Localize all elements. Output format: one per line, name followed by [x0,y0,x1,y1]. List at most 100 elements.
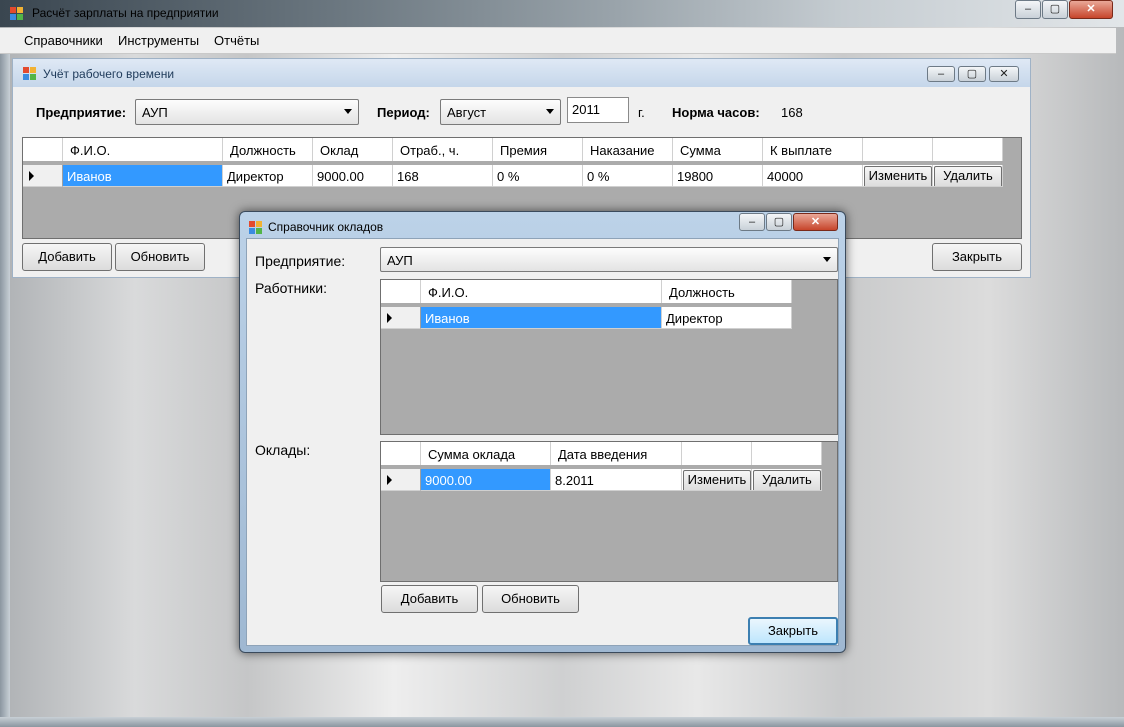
current-row-icon [387,313,392,323]
enterprise-label: Предприятие: [36,105,127,120]
dialog-add-button[interactable]: Добавить [381,585,478,613]
cell-fio[interactable]: Иванов [421,307,662,329]
menu-item-tools[interactable]: Инструменты [118,33,199,48]
cell-edit: Изменить [863,165,933,187]
table-row[interactable]: 9000.00 8.2011 Изменить Удалить [381,469,822,491]
timesheet-titlebar[interactable]: Учёт рабочего времени – ▢ ✕ [13,59,1030,87]
norm-hours-label: Норма часов: [672,105,760,120]
minimize-button[interactable]: – [1015,0,1041,19]
cell-position[interactable]: Директор [223,165,313,187]
chevron-down-icon [823,257,831,262]
restore-button[interactable]: ▢ [1042,0,1068,19]
period-month-select[interactable]: Август [440,99,561,125]
cell-penalty[interactable]: 0 % [583,165,673,187]
column-header-penalty[interactable]: Наказание [583,138,673,161]
menu-item-reports[interactable]: Отчёты [214,33,259,48]
enterprise-select[interactable]: АУП [135,99,359,125]
enterprise-select-value: АУП [142,105,168,120]
menu-bar: Справочники Инструменты Отчёты [0,28,1116,54]
row-header[interactable] [381,469,421,491]
window-frame-bottom [0,717,1124,727]
current-row-icon [29,171,34,181]
row-header[interactable] [23,165,63,187]
cell-delete: Удалить [752,469,822,491]
timesheet-grid-header: Ф.И.О. Должность Оклад Отраб., ч. Премия… [23,138,1003,161]
timesheet-restore-button[interactable]: ▢ [958,66,986,82]
window-title: Расчёт зарплаты на предприятии [32,6,219,20]
salaries-grid-header: Сумма оклада Дата введения [381,442,822,465]
dialog-close-icon[interactable]: ✕ [793,213,838,231]
workers-grid[interactable]: Ф.И.О. Должность Иванов Директор [380,279,838,435]
cell-payout[interactable]: 40000 [763,165,863,187]
cell-position[interactable]: Директор [662,307,792,329]
app-icon [10,7,23,20]
column-header-date[interactable]: Дата введения [551,442,682,465]
current-row-icon [387,475,392,485]
timesheet-refresh-button[interactable]: Обновить [115,243,205,271]
period-label: Период: [377,105,430,120]
grid-corner [23,138,63,161]
main-window: Расчёт зарплаты на предприятии – ▢ ✕ Спр… [0,0,1124,727]
dialog-enterprise-select[interactable]: АУП [380,247,838,272]
column-header-fio[interactable]: Ф.И.О. [63,138,223,161]
table-row[interactable]: Иванов Директор [381,307,792,329]
timesheet-title: Учёт рабочего времени [43,67,175,81]
cell-hours[interactable]: 168 [393,165,493,187]
menu-item-references[interactable]: Справочники [24,33,103,48]
cell-edit: Изменить [682,469,752,491]
row-delete-button[interactable]: Удалить [934,166,1002,186]
chevron-down-icon [546,109,554,114]
cell-delete: Удалить [933,165,1003,187]
dialog-restore-button[interactable]: ▢ [766,213,792,231]
column-header-salary[interactable]: Оклад [313,138,393,161]
column-header-position[interactable]: Должность [223,138,313,161]
main-titlebar[interactable]: Расчёт зарплаты на предприятии – ▢ ✕ [0,0,1124,27]
row-edit-button[interactable]: Изменить [864,166,932,186]
cell-fio[interactable]: Иванов [63,165,223,187]
cell-amount[interactable]: 9000.00 [421,469,551,491]
dialog-enterprise-label: Предприятие: [255,253,346,269]
salary-dialog: Справочник окладов – ▢ ✕ Предприятие: АУ… [239,211,846,653]
grid-corner [381,280,421,303]
row-header[interactable] [381,307,421,329]
column-header-position[interactable]: Должность [662,280,792,303]
timesheet-close-window-button[interactable]: Закрыть [932,243,1022,271]
column-header-fio[interactable]: Ф.И.О. [421,280,662,303]
column-header-bonus[interactable]: Премия [493,138,583,161]
column-header-edit [682,442,752,465]
period-year-input[interactable]: 2011 [567,97,629,123]
window-frame-left [0,54,10,727]
workers-label: Работники: [255,280,327,296]
timesheet-close-button[interactable]: ✕ [989,66,1019,82]
cell-salary[interactable]: 9000.00 [313,165,393,187]
column-header-payout[interactable]: К выплате [763,138,863,161]
salaries-grid[interactable]: Сумма оклада Дата введения 9000.00 8.201… [380,441,838,582]
grid-corner [381,442,421,465]
table-row[interactable]: Иванов Директор 9000.00 168 0 % 0 % 1980… [23,165,1003,187]
dialog-refresh-button[interactable]: Обновить [482,585,579,613]
dialog-enterprise-value: АУП [387,253,413,268]
dialog-minimize-button[interactable]: – [739,213,765,231]
chevron-down-icon [344,109,352,114]
salary-delete-button[interactable]: Удалить [753,470,821,490]
year-suffix: г. [638,105,645,120]
column-header-edit [863,138,933,161]
cell-bonus[interactable]: 0 % [493,165,583,187]
norm-hours-value: 168 [781,105,803,120]
workers-grid-header: Ф.И.О. Должность [381,280,792,303]
window-icon [23,67,36,80]
column-header-delete [933,138,1003,161]
timesheet-minimize-button[interactable]: – [927,66,955,82]
column-header-hours[interactable]: Отраб., ч. [393,138,493,161]
column-header-delete [752,442,822,465]
cell-sum[interactable]: 19800 [673,165,763,187]
salary-dialog-title: Справочник окладов [268,220,384,234]
dialog-close-button[interactable]: Закрыть [748,617,838,645]
salary-edit-button[interactable]: Изменить [683,470,751,490]
close-button[interactable]: ✕ [1069,0,1113,19]
cell-date[interactable]: 8.2011 [551,469,682,491]
column-header-amount[interactable]: Сумма оклада [421,442,551,465]
timesheet-add-button[interactable]: Добавить [22,243,112,271]
column-header-sum[interactable]: Сумма [673,138,763,161]
dialog-icon [249,221,262,234]
